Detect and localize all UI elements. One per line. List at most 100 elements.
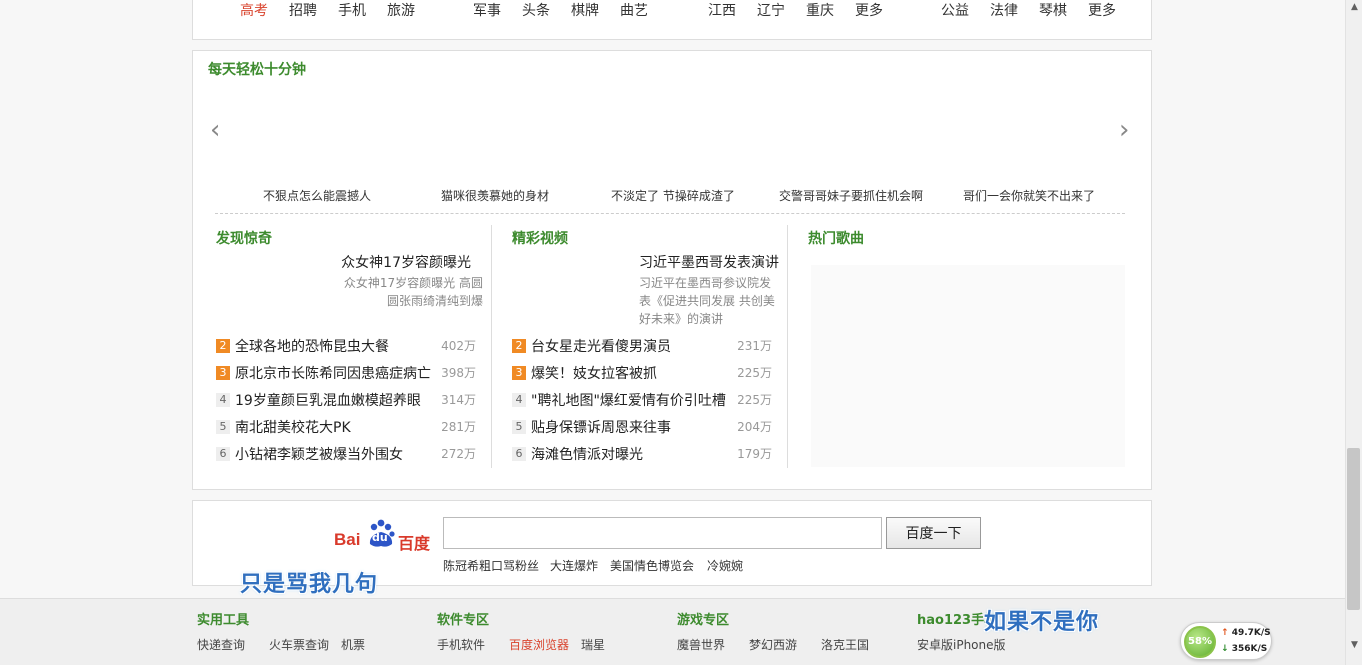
usage-gauge: 58% <box>1184 626 1216 658</box>
footer-col-title-software: 软件专区 <box>437 613 490 628</box>
nav-link-jiangxi[interactable]: 江西 <box>708 0 736 20</box>
view-count: 398万 <box>441 366 476 380</box>
baidu-logo[interactable]: Bai du 百度 <box>334 517 434 553</box>
network-speed-widget[interactable]: 58% ↑ 49.7K/S ↓ 356K/S <box>1180 622 1272 660</box>
carousel-prev-arrow-icon[interactable]: ‹ <box>210 117 220 143</box>
nav-link-gongyi[interactable]: 公益 <box>941 0 969 20</box>
content-panel: 每天轻松十分钟 ‹ › 不狠点怎么能震撼人 猫咪很羡慕她的身材 不淡定了 节操碎… <box>192 50 1152 490</box>
list-item-title[interactable]: 爆笑！妓女拉客被抓 <box>531 363 732 383</box>
search-input[interactable] <box>443 517 882 549</box>
scroll-down-arrow-icon[interactable]: ▼ <box>1346 640 1362 650</box>
column-divider <box>491 225 492 468</box>
download-arrow-icon: ↓ <box>1221 644 1229 654</box>
discover-section-title: 发现惊奇 <box>216 231 272 247</box>
column-divider <box>787 225 788 468</box>
view-count: 204万 <box>737 420 772 434</box>
carousel-caption[interactable]: 猫咪很羡慕她的身材 <box>441 187 549 204</box>
list-item-title[interactable]: 贴身保镖诉周恩来往事 <box>531 417 732 437</box>
baidu-logo-bai: Bai <box>334 530 361 549</box>
list-item[interactable]: 5 南北甜美校花大PK 281万 <box>216 413 476 440</box>
view-count: 231万 <box>737 339 772 353</box>
footer-link[interactable]: 洛克王国 <box>821 636 869 653</box>
list-item-title[interactable]: 19岁童颜巨乳混血嫩模超养眼 <box>235 390 436 410</box>
list-item[interactable]: 2 全球各地的恐怖昆虫大餐 402万 <box>216 332 476 359</box>
list-item-title[interactable]: 台女星走光看傻男演员 <box>531 336 732 356</box>
footer-link[interactable]: 梦幻西游 <box>749 636 797 653</box>
nav-link-shouji[interactable]: 手机 <box>338 0 366 20</box>
hot-search-word[interactable]: 大连爆炸 <box>550 557 598 574</box>
rank-badge: 2 <box>512 338 526 353</box>
discover-list: 2 全球各地的恐怖昆虫大餐 402万 3 原北京市长陈希同因患癌症病亡 398万 4 19… <box>216 332 476 467</box>
footer-col-title-tools: 实用工具 <box>197 613 250 628</box>
view-count: 281万 <box>441 420 476 434</box>
top-nav-panel: 高考 招聘 手机 旅游 军事 头条 棋牌 曲艺 江西 辽宁 重庆 更多 公益 法… <box>192 0 1152 40</box>
list-item-title[interactable]: 海滩色情派对曝光 <box>531 444 732 464</box>
nav-link-toutiao[interactable]: 头条 <box>522 0 550 20</box>
baidu-logo-cn: 百度 <box>398 534 431 553</box>
footer: 实用工具 快递查询 火车票查询 机票 软件专区 手机软件 百度浏览器 瑞星 游戏… <box>0 598 1345 665</box>
nav-link-qinqi[interactable]: 琴棋 <box>1039 0 1067 20</box>
list-item-title[interactable]: "聘礼地图"爆红爱情有价引吐槽 <box>531 390 732 410</box>
scroll-up-arrow-icon[interactable]: ▲ <box>1346 2 1362 12</box>
carousel-next-arrow-icon[interactable]: › <box>1119 117 1129 143</box>
nav-link-falv[interactable]: 法律 <box>990 0 1018 20</box>
videos-section-title: 精彩视频 <box>512 231 568 247</box>
list-item-title[interactable]: 小钻裙李颖芝被爆当外围女 <box>235 444 436 464</box>
list-item[interactable]: 6 小钻裙李颖芝被爆当外围女 272万 <box>216 440 476 467</box>
hot-search-word[interactable]: 美国情色博览会 <box>610 557 694 574</box>
hot-search-word[interactable]: 陈冠希粗口骂粉丝 <box>443 557 539 574</box>
footer-link[interactable]: 瑞星 <box>581 636 605 653</box>
carousel-caption[interactable]: 哥们一会你就笑不出来了 <box>963 187 1095 204</box>
nav-link-qipai[interactable]: 棋牌 <box>571 0 599 20</box>
rank-badge: 4 <box>216 392 230 407</box>
rank-badge: 3 <box>512 365 526 380</box>
list-item-title[interactable]: 原北京市长陈希同因患癌症病亡 <box>235 363 436 383</box>
scrollbar-thumb[interactable] <box>1347 448 1360 610</box>
videos-feature-title[interactable]: 习近平墨西哥发表演讲 <box>613 252 779 272</box>
list-item-title[interactable]: 全球各地的恐怖昆虫大餐 <box>235 336 436 356</box>
download-speed: ↓ 356K/S <box>1221 644 1267 654</box>
list-item[interactable]: 6 海滩色情派对曝光 179万 <box>512 440 772 467</box>
view-count: 179万 <box>737 447 772 461</box>
footer-link[interactable]: 手机软件 <box>437 636 485 653</box>
list-item[interactable]: 5 贴身保镖诉周恩来往事 204万 <box>512 413 772 440</box>
carousel-caption[interactable]: 不淡定了 节操碎成渣了 <box>611 187 735 204</box>
carousel-caption[interactable]: 不狠点怎么能震撼人 <box>263 187 371 204</box>
nav-link-lvyou[interactable]: 旅游 <box>387 0 415 20</box>
list-item[interactable]: 4 19岁童颜巨乳混血嫩模超养眼 314万 <box>216 386 476 413</box>
list-item[interactable]: 4 "聘礼地图"爆红爱情有价引吐槽 225万 <box>512 386 772 413</box>
footer-link[interactable]: 魔兽世界 <box>677 636 725 653</box>
upload-arrow-icon: ↑ <box>1221 628 1229 638</box>
rank-badge: 5 <box>512 419 526 434</box>
list-item[interactable]: 3 原北京市长陈希同因患癌症病亡 398万 <box>216 359 476 386</box>
footer-col-title-games: 游戏专区 <box>677 613 730 628</box>
hot-search-word[interactable]: 冷婉婉 <box>707 557 743 574</box>
search-button[interactable]: 百度一下 <box>886 517 981 549</box>
list-item[interactable]: 2 台女星走光看傻男演员 231万 <box>512 332 772 359</box>
nav-link-liaoning[interactable]: 辽宁 <box>757 0 785 20</box>
nav-link-more-2[interactable]: 更多 <box>1088 0 1116 20</box>
footer-link[interactable]: 火车票查询 <box>269 636 329 653</box>
footer-link[interactable]: 快递查询 <box>197 636 245 653</box>
nav-link-gaokao[interactable]: 高考 <box>240 0 268 20</box>
list-item[interactable]: 3 爆笑！妓女拉客被抓 225万 <box>512 359 772 386</box>
list-item-title[interactable]: 南北甜美校花大PK <box>235 417 436 437</box>
nav-link-junshi[interactable]: 军事 <box>473 0 501 20</box>
view-count: 272万 <box>441 447 476 461</box>
nav-link-more-1[interactable]: 更多 <box>855 0 883 20</box>
discover-feature-title[interactable]: 众女神17岁容颜曝光 <box>313 252 471 272</box>
nav-link-chongqing[interactable]: 重庆 <box>806 0 834 20</box>
view-count: 225万 <box>737 393 772 407</box>
footer-link[interactable]: 安卓版iPhone版 <box>917 636 1006 653</box>
nav-link-zhaopin[interactable]: 招聘 <box>289 0 317 20</box>
discover-feature-desc: 众女神17岁容颜曝光 高圆圆张雨绮清纯到爆 <box>343 276 483 308</box>
carousel-caption[interactable]: 交警哥哥妹子要抓住机会啊 <box>779 187 923 204</box>
footer-link[interactable]: 百度浏览器 <box>509 636 569 653</box>
rank-badge: 6 <box>216 446 230 461</box>
desktop-lyric-right: 如果不是你 <box>984 610 1100 635</box>
view-count: 314万 <box>441 393 476 407</box>
nav-link-quyi[interactable]: 曲艺 <box>620 0 648 20</box>
baidu-logo-du: du <box>372 531 388 544</box>
download-speed-value: 356K/S <box>1231 644 1268 654</box>
footer-link[interactable]: 机票 <box>341 636 365 653</box>
